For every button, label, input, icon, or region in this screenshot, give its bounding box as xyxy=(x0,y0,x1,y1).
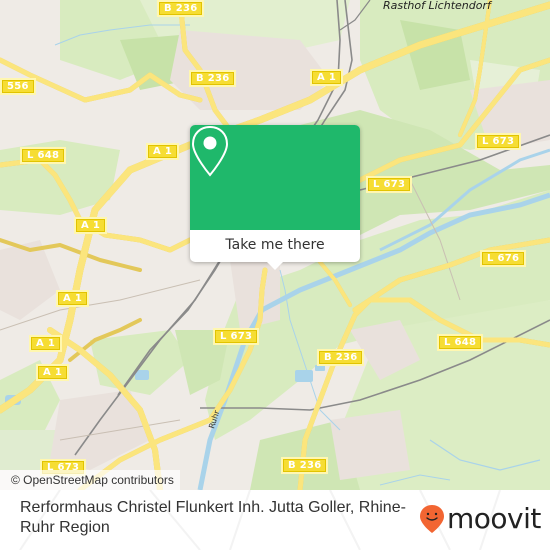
popup-pointer xyxy=(266,261,284,270)
take-me-there-button[interactable]: Take me there xyxy=(190,230,360,260)
road-shield: L 673 xyxy=(213,328,260,345)
road-shield: B 236 xyxy=(281,457,329,474)
road-shield: B 236 xyxy=(189,70,237,87)
road-shield: B 236 xyxy=(157,0,205,17)
road-shield: A 1 xyxy=(74,217,108,234)
road-shield: A 1 xyxy=(310,69,344,86)
map-pin-icon xyxy=(191,125,229,177)
place-label: Rasthof Lichtendorf xyxy=(383,0,491,12)
road-shield: A 1 xyxy=(56,290,90,307)
map-view[interactable]: Rasthof Lichtendorf Ruhr B 236 556 B 236… xyxy=(0,0,550,490)
road-shield: L 673 xyxy=(366,176,413,193)
footer: Rerformhaus Christel Flunkert Inh. Jutta… xyxy=(0,490,550,550)
place-title: Rerformhaus Christel Flunkert Inh. Jutta… xyxy=(20,499,406,536)
road-shield: L 676 xyxy=(480,250,527,267)
location-popup: Take me there xyxy=(190,125,360,270)
moovit-logo[interactable]: moovit xyxy=(419,502,541,536)
road-shield: L 648 xyxy=(20,147,67,164)
road-shield: L 673 xyxy=(475,133,522,150)
road-shield: L 648 xyxy=(437,334,484,351)
road-shield: A 1 xyxy=(146,143,180,160)
map-attribution[interactable]: © OpenStreetMap contributors xyxy=(0,470,180,490)
brand-name: moovit xyxy=(447,502,541,535)
road-shield: B 236 xyxy=(317,349,365,366)
road-shield: 556 xyxy=(0,78,36,95)
popup-header xyxy=(190,125,360,230)
road-shield: A 1 xyxy=(29,335,63,352)
moovit-smiley-pin-icon xyxy=(420,505,444,533)
road-shield: A 1 xyxy=(36,364,70,381)
